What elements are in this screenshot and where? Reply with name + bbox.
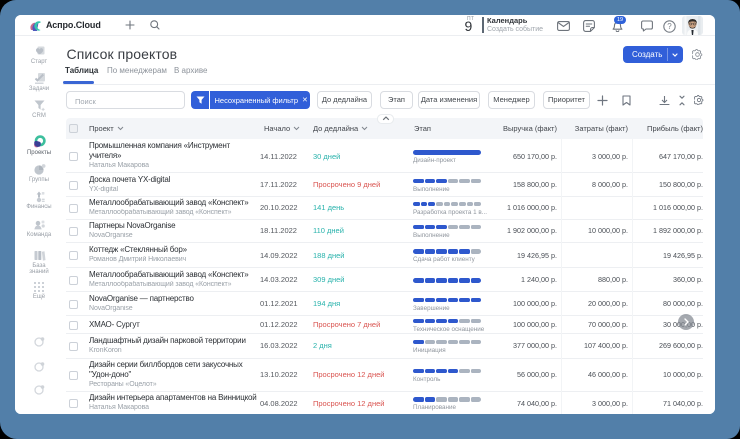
- svg-text:?: ?: [667, 22, 672, 31]
